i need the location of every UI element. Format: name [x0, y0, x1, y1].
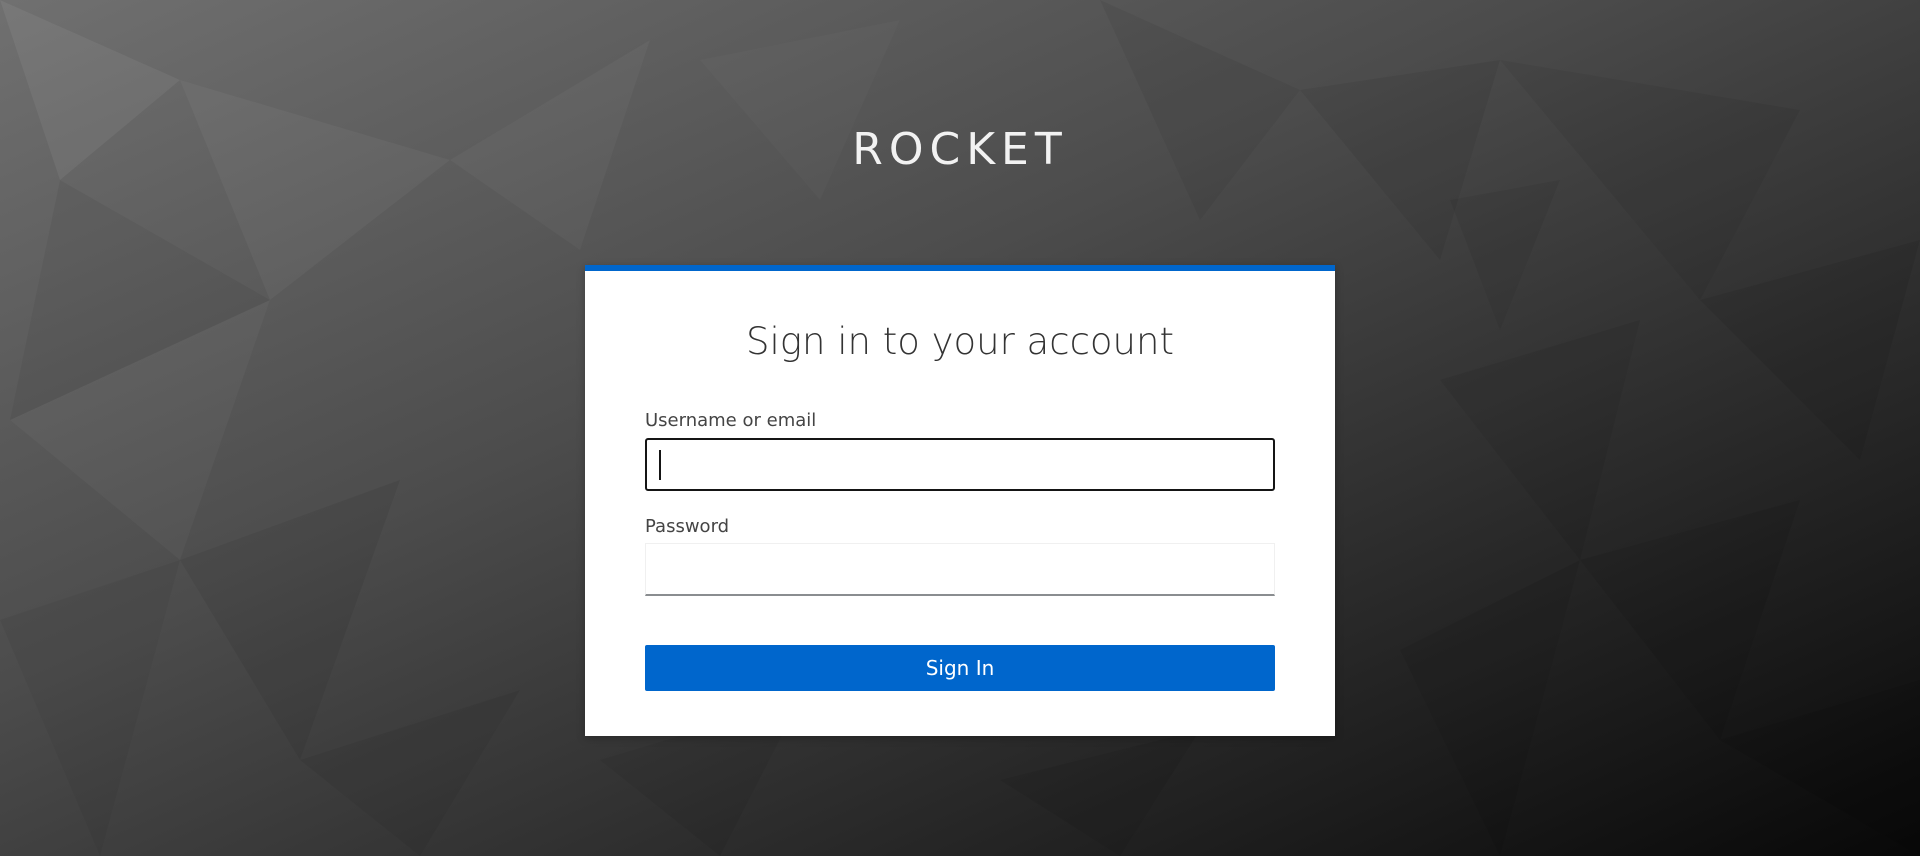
sign-in-button[interactable]: Sign In	[645, 645, 1275, 691]
login-card: Sign in to your account Username or emai…	[585, 265, 1335, 736]
login-title: Sign in to your account	[746, 320, 1174, 363]
text-caret	[659, 450, 661, 480]
brand-logo-text: ROCKET	[852, 124, 1068, 175]
username-input[interactable]	[645, 438, 1275, 491]
password-label: Password	[645, 516, 730, 537]
password-input[interactable]	[645, 543, 1275, 596]
username-label: Username or email	[645, 410, 817, 431]
